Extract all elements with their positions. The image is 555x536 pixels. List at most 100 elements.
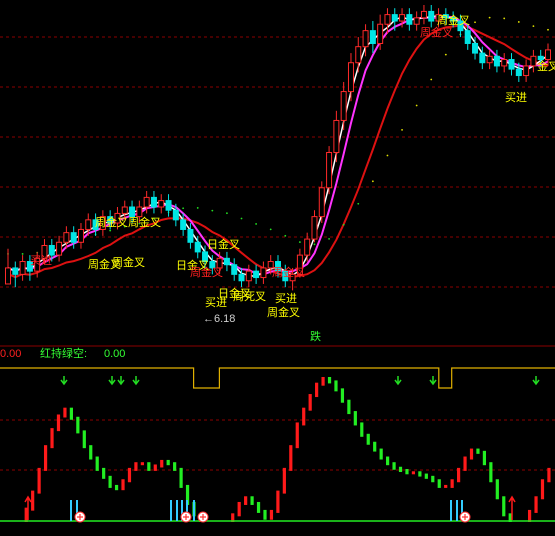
candle-body — [326, 152, 333, 189]
oscillator — [0, 377, 555, 522]
candle-body — [165, 200, 172, 211]
cyan-bar — [170, 500, 172, 521]
osc-fall-block — [418, 471, 422, 477]
down-arrow-icon — [429, 376, 437, 386]
osc-fall-block — [495, 479, 499, 500]
candle-body — [333, 119, 340, 153]
osc-fall-block — [166, 459, 170, 466]
candle-body — [355, 46, 362, 64]
osc-rise-block — [444, 484, 448, 488]
candle-body — [129, 206, 136, 218]
osc-fall-block — [502, 496, 506, 517]
candle-body — [472, 42, 479, 54]
ma-dot — [269, 228, 272, 231]
osc-rise-block — [31, 490, 35, 511]
candle-body — [347, 62, 354, 93]
candle-body — [362, 30, 369, 48]
ma-dot — [342, 223, 345, 226]
candle-body — [318, 187, 325, 218]
holding-band-line — [0, 367, 555, 389]
ma-dot — [211, 209, 214, 212]
osc-fall-block — [431, 475, 435, 483]
holding-band — [0, 367, 555, 389]
signal-labels: 周金叉 周金叉日金叉买进 周金叉周金叉 日金叉周金叉买进 周死叉日金叉周金叉买进周金叉周… — [30, 13, 555, 319]
osc-fall-block — [108, 475, 112, 488]
osc-fall-block — [250, 496, 254, 505]
candle-body — [5, 267, 11, 285]
ma-dot — [401, 128, 403, 131]
osc-rise-block — [43, 445, 48, 471]
candle-body — [479, 52, 486, 64]
osc-rise-block — [315, 382, 319, 398]
candle-body — [77, 228, 84, 243]
signal-label: 买进 — [505, 91, 527, 104]
osc-fall-block — [114, 484, 119, 491]
down-arrow-icon — [394, 376, 402, 386]
ma-dot — [444, 53, 447, 56]
ma-dot — [357, 202, 360, 205]
ma-dot — [386, 154, 389, 157]
osc-rise-block — [289, 445, 293, 471]
down-arrow-icon — [132, 376, 140, 386]
signal-label: 周金叉 — [190, 265, 223, 279]
osc-rise-block — [121, 479, 125, 491]
osc-rise-block — [37, 467, 41, 494]
candle-body — [136, 206, 143, 218]
cyan-bar — [176, 500, 178, 521]
osc-fall-block — [379, 448, 383, 460]
osc-rise-block — [127, 467, 132, 483]
indicator-left-value: 0.00 — [0, 348, 21, 360]
osc-rise-block — [540, 479, 545, 500]
osc-fall-block — [263, 509, 267, 520]
osc-fall-block — [347, 399, 351, 415]
osc-fall-block — [256, 501, 261, 513]
candle-body — [150, 196, 157, 208]
ma-dot — [226, 212, 228, 215]
osc-fall-block — [76, 416, 80, 434]
signal-label: 买进 — [30, 254, 52, 267]
candle-body — [63, 232, 70, 243]
osc-rise-block — [308, 394, 312, 411]
candle-body — [194, 241, 201, 253]
osc-rise-block — [302, 407, 306, 426]
ma-dot — [328, 237, 330, 240]
candle-body — [70, 232, 77, 243]
ma-dot — [503, 17, 506, 20]
osc-fall-block — [353, 411, 357, 426]
ma-dot — [240, 217, 243, 220]
osc-rise-block — [547, 467, 551, 483]
osc-rise-block — [50, 428, 54, 449]
signal-label: 周金叉 — [88, 257, 121, 271]
candle-body — [245, 270, 252, 282]
osc-fall-block — [173, 462, 177, 471]
osc-fall-block — [489, 462, 493, 483]
ma-dot — [313, 243, 316, 246]
osc-rise-block — [153, 464, 157, 471]
candle-body — [508, 59, 515, 70]
candle-body — [180, 219, 187, 230]
low-price-label: ←6.18 — [203, 313, 235, 325]
ma-red-line — [7, 24, 549, 279]
signal-label: 周金叉 — [95, 215, 128, 229]
osc-rise-block — [411, 471, 416, 475]
candle-body — [340, 91, 347, 121]
osc-rise-block — [140, 462, 144, 466]
osc-fall-block — [340, 388, 345, 403]
candle-body — [530, 55, 537, 67]
down-arrow-icon — [532, 376, 540, 386]
osc-fall-block — [424, 473, 428, 479]
candle-body — [545, 49, 551, 61]
signal-label: 日金叉 — [207, 237, 240, 251]
candle-body — [501, 59, 508, 67]
ma-dot — [474, 21, 476, 24]
signal-label: 周金叉 — [437, 13, 470, 27]
candle-body — [253, 270, 260, 279]
ma-dot — [371, 180, 374, 183]
indicator-value: 0.00 — [104, 348, 125, 360]
candle-body — [428, 10, 435, 22]
ma-magenta-line — [7, 15, 549, 276]
osc-rise-block — [276, 490, 280, 513]
candle-body — [369, 30, 376, 44]
candle-body — [523, 65, 530, 77]
osc-rise-block — [456, 467, 461, 483]
